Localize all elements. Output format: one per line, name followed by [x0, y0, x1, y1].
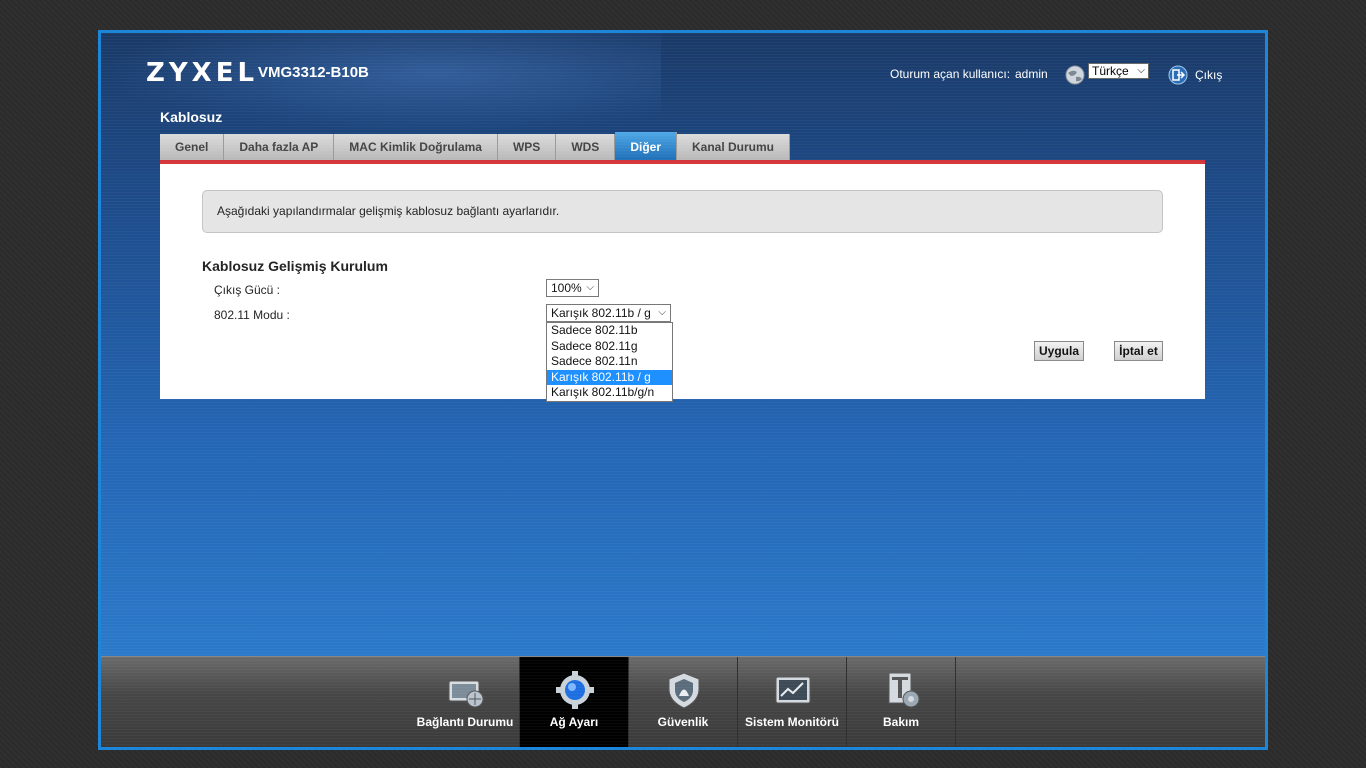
nav-label: Bakım [882, 715, 920, 729]
network-setting-icon [556, 671, 594, 709]
connection-status-icon [448, 680, 484, 708]
apply-button[interactable]: Uygula [1034, 341, 1084, 361]
tab-mac-authentication[interactable]: MAC Kimlik Doğrulama [334, 134, 498, 160]
output-power-label: Çıkış Gücü : [214, 283, 281, 297]
nav-maintenance[interactable]: Bakım [847, 657, 956, 747]
nav-label: Ağ Ayarı [549, 715, 599, 729]
nav-label: Bağlantı Durumu [416, 715, 514, 729]
router-admin-frame: ZYXEL VMG3312-B10B Oturum açan kullanıcı… [98, 30, 1268, 750]
bottom-navigation: Bağlantı Durumu Ağ Ayarı Güvenlik Sistem… [101, 656, 1265, 747]
cancel-button[interactable]: İptal et [1114, 341, 1163, 361]
mode-option-mixed-bgn[interactable]: Karışık 802.11b/g/n [547, 385, 672, 401]
wireless-tabs: Genel Daha fazla AP MAC Kimlik Doğrulama… [160, 132, 791, 160]
language-globe-icon [1065, 65, 1085, 85]
nav-security[interactable]: Güvenlik [629, 657, 738, 747]
maintenance-icon [888, 672, 920, 708]
wireless-mode-select[interactable]: Karışık 802.11b / g ⌵ [546, 304, 671, 322]
nav-connection-status[interactable]: Bağlantı Durumu [411, 657, 520, 747]
nav-label: Güvenlik [657, 715, 709, 729]
mode-option-g-only[interactable]: Sadece 802.11g [547, 339, 672, 355]
mode-option-mixed-bg[interactable]: Karışık 802.11b / g [547, 369, 672, 385]
tab-more-ap[interactable]: Daha fazla AP [224, 134, 335, 160]
model-name: VMG3312-B10B [258, 64, 369, 81]
wireless-mode-label: 802.11 Modu : [214, 308, 290, 322]
tab-wps[interactable]: WPS [497, 134, 557, 160]
logged-in-user-label: Oturum açan kullanıcı: [890, 67, 1011, 81]
output-power-select[interactable]: 100% ⌵ [546, 279, 599, 297]
language-select[interactable]: Türkçe ⌵ [1088, 63, 1149, 79]
security-icon [668, 672, 700, 709]
output-power-value: 100% [551, 281, 582, 295]
wireless-mode-value: Karışık 802.11b / g [551, 306, 651, 320]
section-subtitle: Kablosuz Gelişmiş Kurulum [202, 258, 388, 274]
nav-network-setting[interactable]: Ağ Ayarı [520, 657, 629, 747]
mode-option-b-only[interactable]: Sadece 802.11b [547, 323, 672, 339]
info-message: Aşağıdaki yapılandırmalar gelişmiş kablo… [202, 190, 1163, 233]
chevron-down-icon: ⌵ [658, 307, 666, 318]
mode-option-n-only[interactable]: Sadece 802.11n [547, 354, 672, 370]
logged-in-user-name: admin [1015, 67, 1048, 81]
zyxel-logo: ZYXEL [146, 58, 259, 88]
logout-icon[interactable] [1167, 64, 1189, 86]
logout-link[interactable]: Çıkış [1195, 68, 1222, 82]
chevron-down-icon: ⌵ [1137, 65, 1145, 76]
page-title: Kablosuz [160, 109, 223, 125]
tab-general[interactable]: Genel [160, 134, 225, 160]
tab-others[interactable]: Diğer [615, 132, 677, 160]
tab-channel-status[interactable]: Kanal Durumu [677, 134, 791, 160]
chevron-down-icon: ⌵ [586, 282, 594, 293]
system-monitor-icon [775, 676, 811, 704]
nav-system-monitor[interactable]: Sistem Monitörü [738, 657, 847, 747]
tab-wds[interactable]: WDS [556, 134, 616, 160]
wireless-mode-dropdown-list: Sadece 802.11b Sadece 802.11g Sadece 802… [546, 322, 673, 402]
language-select-value: Türkçe [1092, 64, 1129, 78]
content-panel: Aşağıdaki yapılandırmalar gelişmiş kablo… [160, 164, 1205, 402]
nav-label: Sistem Monitörü [744, 715, 839, 729]
